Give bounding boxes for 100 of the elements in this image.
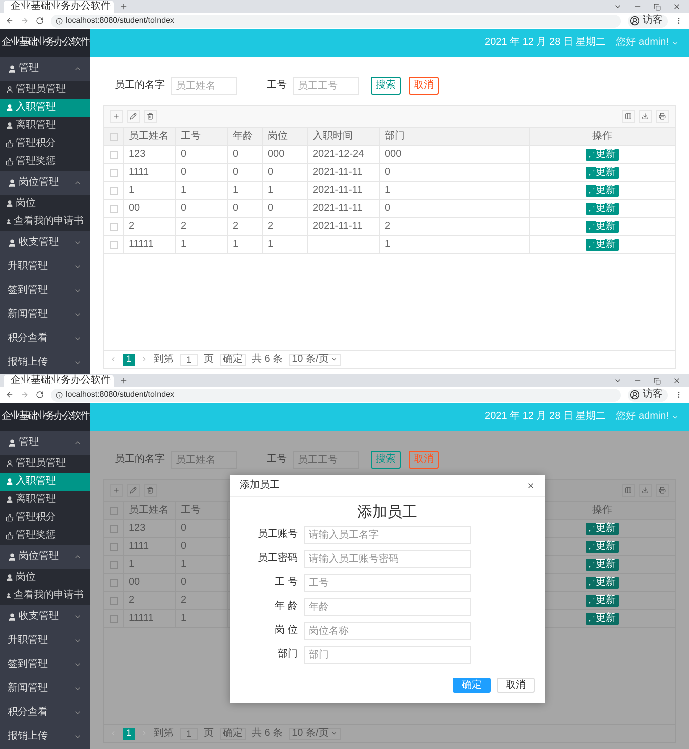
sidebar-item[interactable]: 离职管理 [0,491,90,509]
reload-icon[interactable] [36,17,44,25]
goto-label: 到第 [154,354,174,364]
update-button[interactable]: 更新 [586,202,619,214]
sidebar-item[interactable]: 入职管理 [0,473,90,491]
chevron-down-icon [74,613,82,621]
sidebar-item[interactable]: 岗位 [0,195,90,213]
forward-icon[interactable] [21,17,29,25]
profile-button[interactable]: 访客 [628,388,668,402]
dialog-button[interactable]: 取消 [497,678,535,693]
confirm-button[interactable]: 确定 [220,354,246,366]
page-field[interactable]: 1 [180,354,198,366]
input-field[interactable]: 部门 [304,646,471,664]
row-checkbox[interactable] [110,596,118,604]
sidebar-item[interactable]: 管理奖惩 [0,153,90,171]
input-field[interactable]: 年龄 [304,598,471,616]
address-bar[interactable]: localhost:8080/student/toIndex [51,14,621,28]
new-tab-icon[interactable] [120,377,128,385]
user-icon [6,218,12,226]
row-checkbox[interactable] [110,614,118,622]
columns-icon[interactable] [622,484,635,497]
update-button[interactable]: 更新 [586,612,619,624]
table-cell: 1 [263,182,308,199]
browser-tab[interactable]: 企业基础业务办公软件 [4,1,114,13]
update-button[interactable]: 更新 [586,220,619,232]
update-button[interactable]: 更新 [586,594,619,606]
sidebar-item[interactable]: 查看我的申请书 [0,213,90,231]
table-cell: 0 [228,164,263,181]
sidebar-item[interactable]: 岗位 [0,569,90,587]
next-page-icon[interactable] [141,356,148,363]
search-field[interactable]: 员工姓名 [171,451,237,469]
address-bar[interactable]: localhost:8080/student/toIndex [51,388,621,402]
table-cell: 2 [124,218,176,235]
update-button[interactable]: 更新 [586,522,619,534]
update-button[interactable]: 更新 [586,540,619,552]
table-cell: 2 [176,218,228,235]
previous-page-icon[interactable] [110,356,117,363]
input-field[interactable]: 请输入员工账号密码 [304,550,471,568]
tab-search-icon[interactable] [614,3,622,11]
update-button[interactable]: 更新 [586,166,619,178]
page-button[interactable]: 1 [123,354,135,366]
back-icon[interactable] [6,17,14,25]
pencil-icon [589,598,595,604]
print-icon[interactable] [656,484,669,497]
sidebar-item[interactable]: 查看我的申请书 [0,587,90,605]
delete-icon[interactable] [144,484,157,497]
table-cell: 0 [380,200,530,217]
forward-icon[interactable] [21,391,29,399]
select-all-checkbox[interactable] [110,506,118,514]
table-cell: 0 [228,146,263,163]
sidebar-item[interactable]: 管理奖惩 [0,527,90,545]
table-cell: 1 [263,236,308,253]
input-field[interactable]: 工号 [304,574,471,592]
edit-icon[interactable] [127,484,140,497]
avatar-icon [630,16,640,26]
thumbs-up-icon [6,158,14,166]
sidebar-item[interactable]: 管理积分 [0,509,90,527]
browser-tab[interactable]: 企业基础业务办公软件 [4,375,114,387]
restore-icon[interactable] [654,378,661,384]
update-button[interactable]: 更新 [586,558,619,570]
chevron-down-icon [74,287,82,295]
sidebar-item[interactable]: 离职管理 [0,117,90,135]
page-size-select[interactable]: 10 条/页 [289,354,341,366]
sidebar-item[interactable]: 入职管理 [0,99,90,117]
url-text: localhost:8080/student/toIndex [66,391,175,399]
table-cell: 1 [228,236,263,253]
input-field[interactable]: 请输入员工名字 [304,526,471,544]
user-icon [6,496,14,504]
row-checkbox[interactable] [110,560,118,568]
reload-icon[interactable] [36,391,44,399]
column-header: 员工姓名 [124,128,176,145]
close-icon[interactable] [673,377,681,385]
back-icon[interactable] [6,391,14,399]
search-field[interactable]: 员工工号 [293,451,359,469]
close-icon[interactable] [527,482,535,490]
table-cell: 1 [380,182,530,199]
table-cell: 11111 [124,610,176,627]
sidebar-item[interactable]: 管理员管理 [0,81,90,99]
profile-button[interactable]: 访客 [628,14,668,28]
row-checkbox[interactable] [110,524,118,532]
update-button[interactable]: 更新 [586,148,619,160]
update-button[interactable]: 更新 [586,576,619,588]
close-icon[interactable] [673,3,681,11]
input-field[interactable]: 岗位名称 [304,622,471,640]
export-icon[interactable] [639,484,652,497]
tab-search-icon[interactable] [614,377,622,385]
dialog-heading: 添加员工 [358,505,418,520]
new-tab-icon[interactable] [120,3,128,11]
update-button[interactable]: 更新 [586,184,619,196]
add-icon[interactable] [110,484,123,497]
table-cell: 0 [228,200,263,217]
row-checkbox[interactable] [110,542,118,550]
search-button[interactable]: 搜索 [371,77,401,95]
thumbs-up-icon [6,140,14,148]
update-button[interactable]: 更新 [586,238,619,250]
sidebar-item[interactable]: 管理积分 [0,135,90,153]
page-button[interactable]: 1 [123,728,135,740]
sidebar-item[interactable]: 管理员管理 [0,455,90,473]
row-checkbox[interactable] [110,578,118,586]
restore-icon[interactable] [654,4,661,10]
